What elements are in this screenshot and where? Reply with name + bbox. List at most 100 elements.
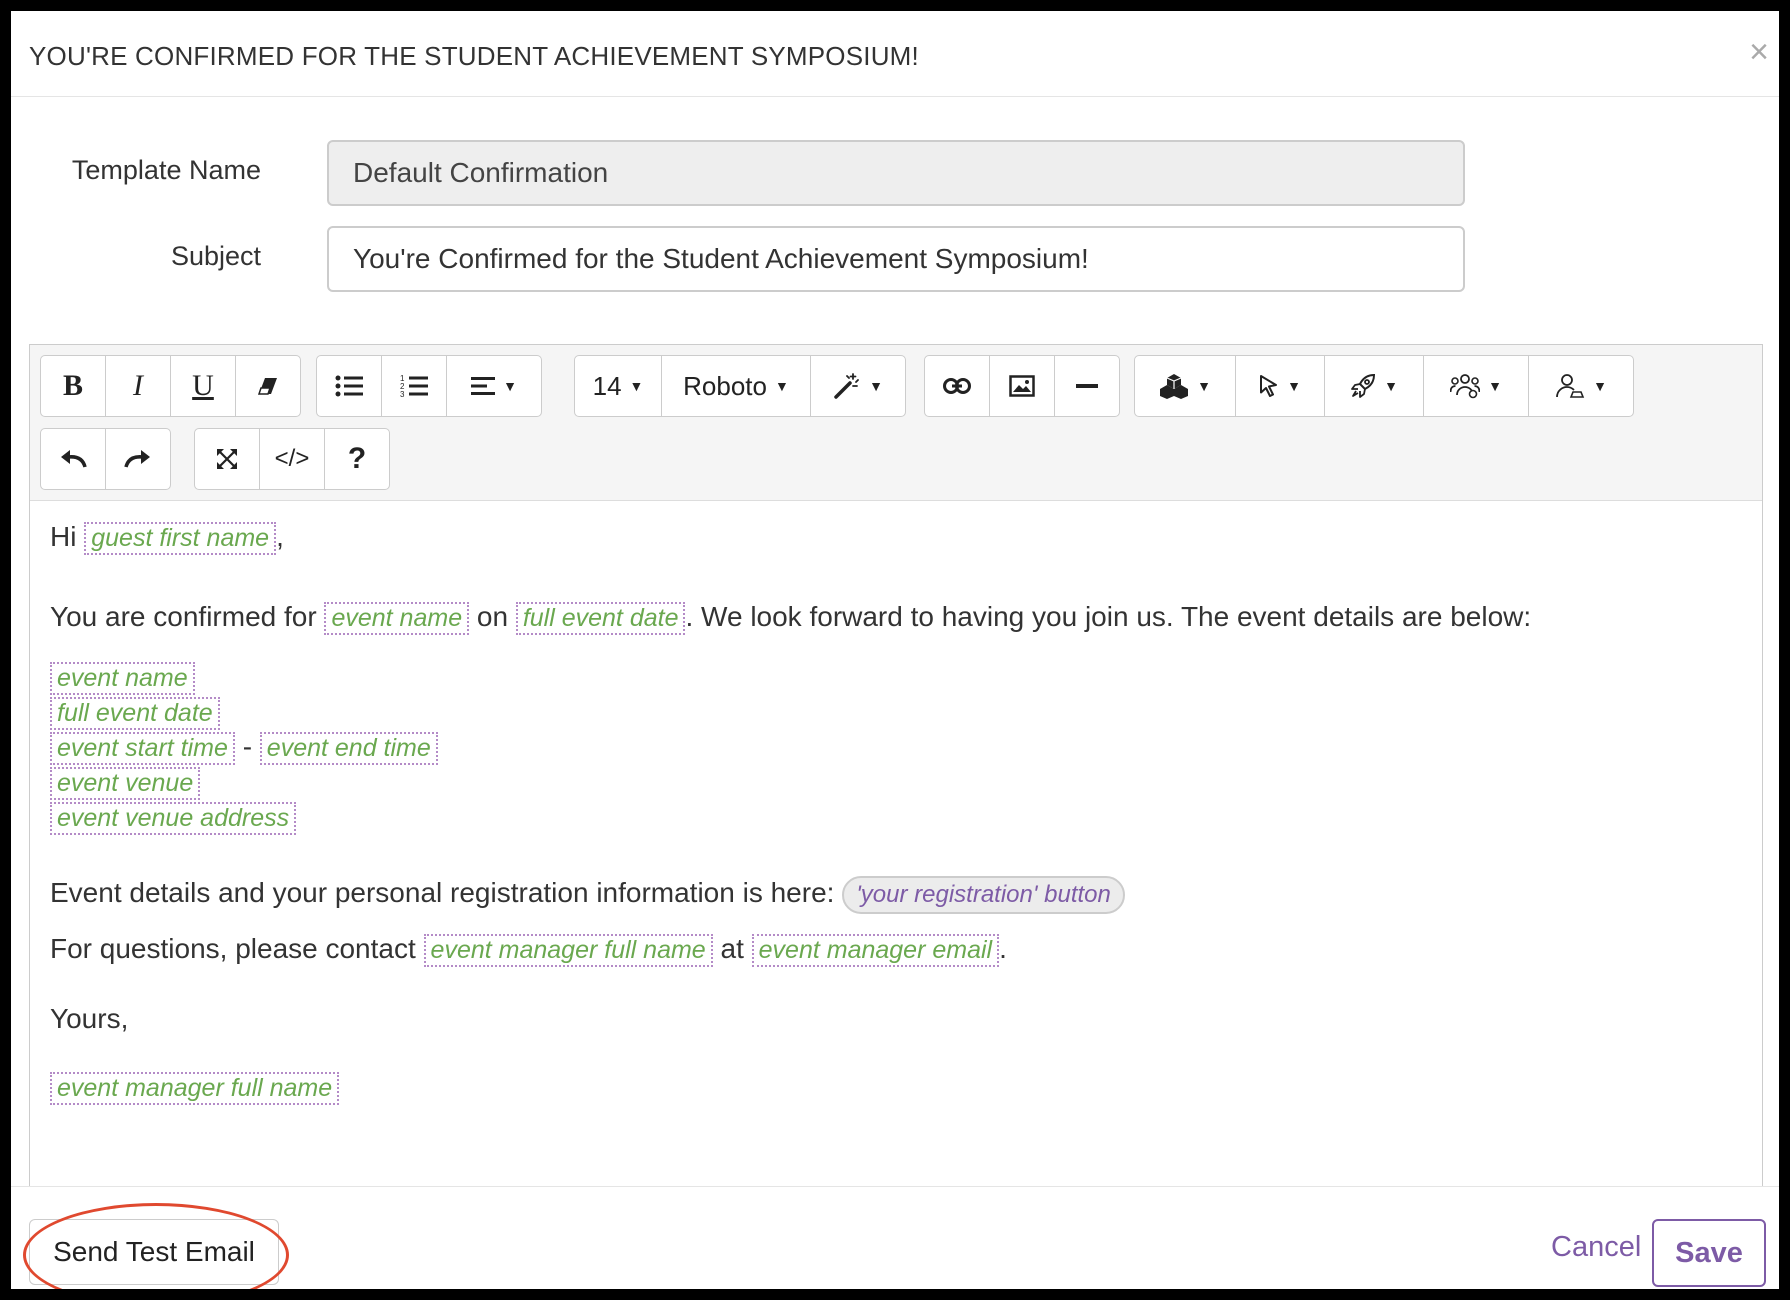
- on-text: on: [476, 601, 509, 632]
- merge-field-event-start-time[interactable]: event start time: [50, 732, 235, 765]
- merge-field-event-venue-address[interactable]: event venue address: [50, 802, 297, 835]
- font-size-value: 14: [592, 370, 622, 401]
- align-dropdown[interactable]: ▼: [446, 355, 542, 417]
- chevron-down-icon: ▼: [1197, 378, 1211, 394]
- cursor-dropdown[interactable]: ▼: [1235, 355, 1325, 417]
- email-template-modal: YOU'RE CONFIRMED FOR THE STUDENT ACHIEVE…: [11, 11, 1779, 1289]
- template-name-label: Template Name: [71, 155, 261, 185]
- confirmed-suffix-text: . We look forward to having you join us.…: [685, 601, 1532, 632]
- italic-button[interactable]: I: [105, 355, 171, 417]
- rich-text-editor: B I U 123 ▼ 14 ▼ Roboto ▼ ▼ ▼ ▼ ▼ ▼ ▼ </…: [29, 344, 1763, 1244]
- magic-wand-icon: [834, 373, 859, 399]
- cursor-icon: [1260, 375, 1278, 397]
- confirmation-line: You are confirmed for event name on full…: [50, 599, 1531, 635]
- detail-event-name-line: event name: [50, 659, 195, 695]
- link-button[interactable]: [924, 355, 990, 417]
- align-icon: [471, 377, 496, 395]
- detail-event-date-line: full event date: [50, 694, 220, 730]
- save-button[interactable]: Save: [1652, 1219, 1766, 1287]
- merge-field-event-name[interactable]: event name: [324, 602, 470, 635]
- image-button[interactable]: [989, 355, 1055, 417]
- font-button-group: 14 ▼ Roboto ▼ ▼: [574, 355, 906, 417]
- user-dropdown[interactable]: ▼: [1528, 355, 1634, 417]
- link-icon: [943, 378, 971, 394]
- merge-field-event-manager-email[interactable]: event manager email: [751, 934, 1000, 967]
- blocks-dropdown[interactable]: ▼: [1134, 355, 1236, 417]
- merge-field-event-name[interactable]: event name: [50, 662, 195, 695]
- rocket-icon: [1351, 373, 1376, 398]
- insert-button-group: [924, 355, 1120, 417]
- details-text: Event details and your personal registra…: [50, 877, 835, 908]
- horizontal-rule-button[interactable]: [1054, 355, 1120, 417]
- modal-title: YOU'RE CONFIRMED FOR THE STUDENT ACHIEVE…: [29, 41, 919, 71]
- redo-button[interactable]: [105, 428, 171, 490]
- unordered-list-button[interactable]: [316, 355, 382, 417]
- greeting-text: Hi: [50, 521, 77, 552]
- subject-value: You're Confirmed for the Student Achieve…: [353, 243, 1089, 274]
- chevron-down-icon: ▼: [1593, 378, 1607, 394]
- code-view-icon: </>: [274, 445, 310, 472]
- fullscreen-icon: [217, 449, 237, 469]
- editor-content[interactable]: Hi guest first name, You are confirmed f…: [30, 501, 1762, 1244]
- ordered-list-icon: 123: [400, 374, 428, 398]
- image-icon: [1009, 375, 1035, 397]
- style-magic-dropdown[interactable]: ▼: [810, 355, 906, 417]
- close-icon[interactable]: ×: [1749, 35, 1769, 69]
- users-icon: [1450, 374, 1481, 399]
- detail-event-venue-address-line: event venue address: [50, 799, 297, 835]
- clear-format-button[interactable]: [235, 355, 301, 417]
- chevron-down-icon: ▼: [1384, 378, 1398, 394]
- signoff-text: Yours,: [50, 1003, 129, 1034]
- underline-button[interactable]: U: [170, 355, 236, 417]
- font-size-dropdown[interactable]: 14 ▼: [574, 355, 662, 417]
- group-users-dropdown[interactable]: ▼: [1423, 355, 1529, 417]
- code-view-button[interactable]: </>: [259, 428, 325, 490]
- highlight-annotation: [23, 1203, 289, 1289]
- ordered-list-button[interactable]: 123: [381, 355, 447, 417]
- merge-field-full-event-date[interactable]: full event date: [515, 602, 686, 635]
- merge-field-guest-first-name[interactable]: guest first name: [84, 522, 277, 555]
- fullscreen-button[interactable]: [194, 428, 260, 490]
- merge-field-event-manager-full-name[interactable]: event manager full name: [423, 934, 713, 967]
- cancel-button[interactable]: Cancel: [1551, 1231, 1641, 1264]
- at-text: at: [720, 933, 744, 964]
- chevron-down-icon: ▼: [629, 378, 644, 394]
- undo-button[interactable]: [40, 428, 106, 490]
- eraser-icon: [257, 378, 277, 395]
- svg-text:3: 3: [400, 390, 405, 398]
- rocket-dropdown[interactable]: ▼: [1324, 355, 1424, 417]
- period-text: .: [999, 933, 1007, 964]
- greeting-line: Hi guest first name,: [50, 519, 284, 555]
- merge-field-event-manager-full-name[interactable]: event manager full name: [50, 1072, 340, 1105]
- template-name-value: Default Confirmation: [353, 157, 609, 188]
- italic-icon: I: [133, 369, 143, 402]
- editor-toolbar: B I U 123 ▼ 14 ▼ Roboto ▼ ▼ ▼ ▼ ▼ ▼ ▼ </…: [30, 345, 1762, 501]
- chevron-down-icon: ▼: [774, 378, 789, 394]
- font-family-value: Roboto: [683, 370, 767, 401]
- detail-event-time-line: event start time - event end time: [50, 729, 438, 765]
- signature-line: event manager full name: [50, 1069, 340, 1105]
- merge-field-event-venue[interactable]: event venue: [50, 767, 201, 800]
- merge-button-your-registration[interactable]: 'your registration' button: [842, 875, 1125, 914]
- font-family-dropdown[interactable]: Roboto ▼: [661, 355, 811, 417]
- modal-footer: Send Test Email Cancel Save: [11, 1186, 1779, 1289]
- style-button-group: B I U: [40, 355, 301, 417]
- history-button-group: [40, 428, 171, 490]
- paragraph-button-group: 123 ▼: [316, 355, 542, 417]
- chevron-down-icon: ▼: [503, 378, 517, 394]
- merge-field-full-event-date[interactable]: full event date: [50, 697, 220, 730]
- help-button[interactable]: ?: [324, 428, 390, 490]
- chevron-down-icon: ▼: [1287, 378, 1301, 394]
- unordered-list-icon: [335, 375, 363, 397]
- custom-button-group: ▼ ▼ ▼ ▼ ▼: [1134, 355, 1634, 417]
- horizontal-rule-icon: [1076, 384, 1098, 388]
- merge-field-event-end-time[interactable]: event end time: [259, 732, 438, 765]
- subject-input[interactable]: You're Confirmed for the Student Achieve…: [327, 226, 1465, 292]
- dash-text: -: [242, 731, 253, 762]
- bold-button[interactable]: B: [40, 355, 106, 417]
- view-button-group: </> ?: [194, 428, 390, 490]
- chevron-down-icon: ▼: [869, 378, 883, 394]
- confirmed-prefix-text: You are confirmed for: [50, 601, 317, 632]
- template-name-input[interactable]: Default Confirmation: [327, 140, 1465, 206]
- user-icon: [1556, 374, 1585, 398]
